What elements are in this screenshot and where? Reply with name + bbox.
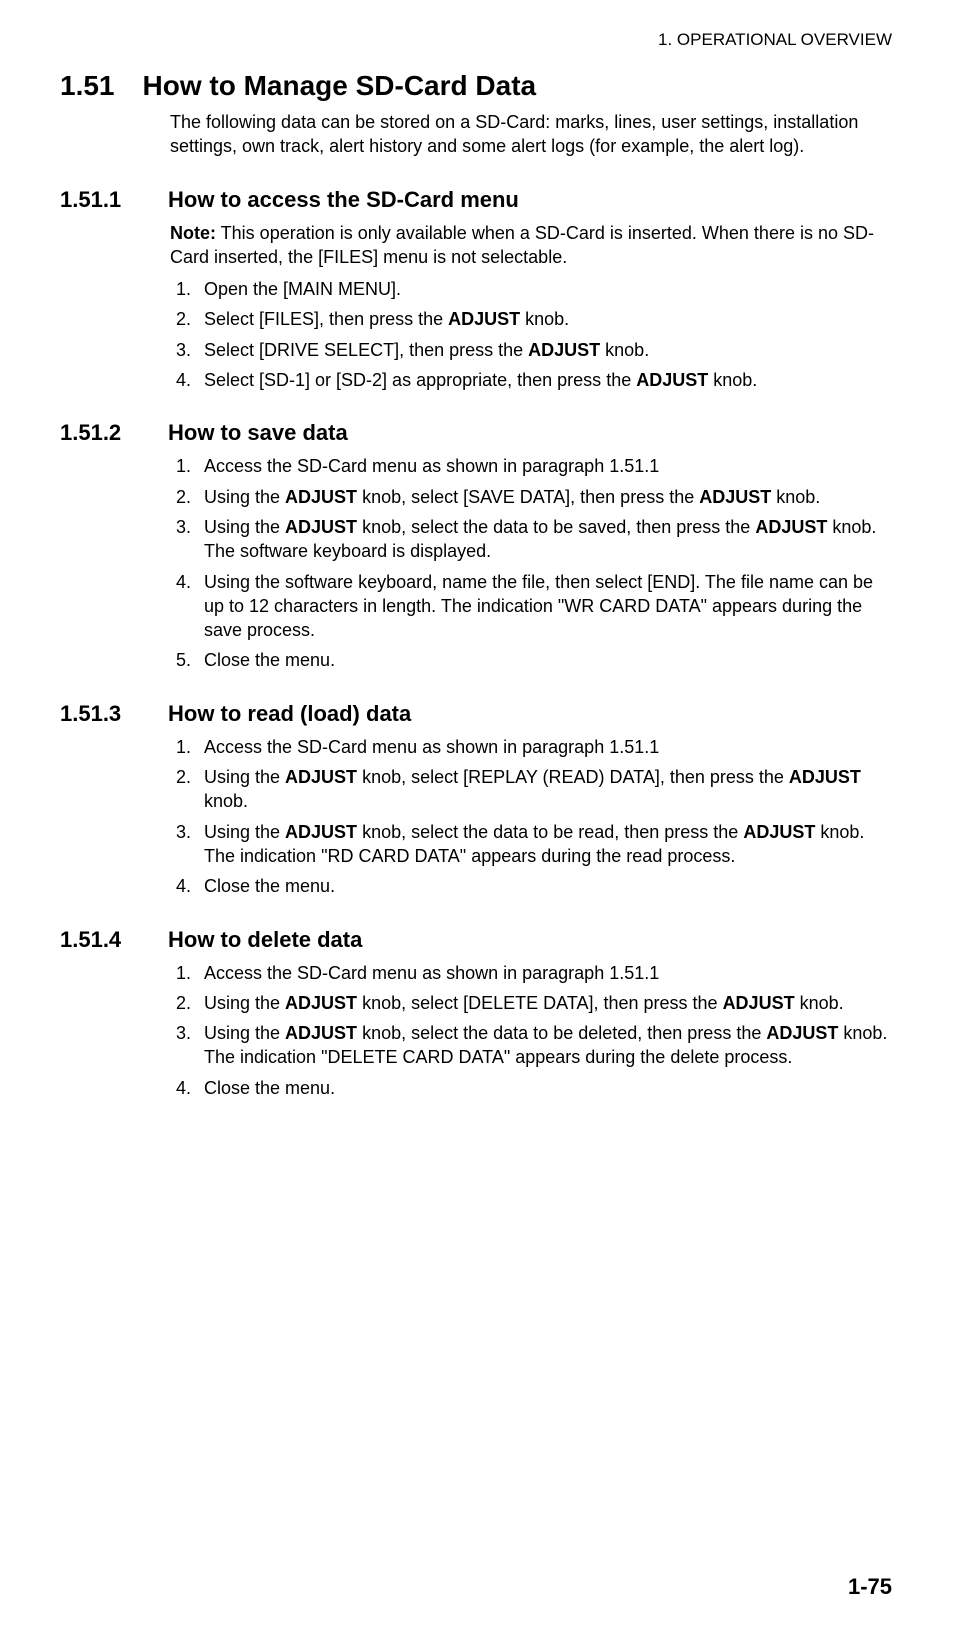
section-heading: 1.51 How to Manage SD-Card Data <box>60 70 892 102</box>
note-label: Note: <box>170 223 216 243</box>
note-body: This operation is only available when a … <box>170 223 874 267</box>
section-number: 1.51 <box>60 70 115 102</box>
step-item: Close the menu. <box>196 648 892 672</box>
steps-list: Access the SD-Card menu as shown in para… <box>170 735 892 899</box>
subsection-title: How to access the SD-Card menu <box>168 187 519 213</box>
step-item: Using the ADJUST knob, select the data t… <box>196 1021 892 1070</box>
steps-list: Access the SD-Card menu as shown in para… <box>170 454 892 672</box>
subsection-heading: 1.51.4 How to delete data <box>60 927 892 953</box>
step-item: Select [SD-1] or [SD-2] as appropriate, … <box>196 368 892 392</box>
subsection-title: How to read (load) data <box>168 701 411 727</box>
step-item: Using the ADJUST knob, select [DELETE DA… <box>196 991 892 1015</box>
section-intro: The following data can be stored on a SD… <box>170 110 892 159</box>
step-item: Close the menu. <box>196 1076 892 1100</box>
steps-list: Access the SD-Card menu as shown in para… <box>170 961 892 1100</box>
subsection-heading: 1.51.3 How to read (load) data <box>60 701 892 727</box>
step-item: Using the ADJUST knob, select [REPLAY (R… <box>196 765 892 814</box>
step-item: Open the [MAIN MENU]. <box>196 277 892 301</box>
subsection-number: 1.51.3 <box>60 701 140 727</box>
subsection-title: How to delete data <box>168 927 362 953</box>
subsection-number: 1.51.1 <box>60 187 140 213</box>
step-item: Select [FILES], then press the ADJUST kn… <box>196 307 892 331</box>
step-item: Close the menu. <box>196 874 892 898</box>
step-item: Access the SD-Card menu as shown in para… <box>196 735 892 759</box>
running-header: 1. OPERATIONAL OVERVIEW <box>60 30 892 50</box>
step-item: Using the ADJUST knob, select [SAVE DATA… <box>196 485 892 509</box>
subsection-heading: 1.51.1 How to access the SD-Card menu <box>60 187 892 213</box>
subsection-title: How to save data <box>168 420 348 446</box>
step-item: Using the ADJUST knob, select the data t… <box>196 820 892 869</box>
note-text: Note: This operation is only available w… <box>170 221 892 270</box>
step-item: Using the software keyboard, name the fi… <box>196 570 892 643</box>
section-title: How to Manage SD-Card Data <box>143 70 537 102</box>
step-item: Select [DRIVE SELECT], then press the AD… <box>196 338 892 362</box>
step-item: Access the SD-Card menu as shown in para… <box>196 961 892 985</box>
subsection-heading: 1.51.2 How to save data <box>60 420 892 446</box>
subsection-number: 1.51.2 <box>60 420 140 446</box>
subsection-number: 1.51.4 <box>60 927 140 953</box>
steps-list: Open the [MAIN MENU]. Select [FILES], th… <box>170 277 892 392</box>
step-item: Access the SD-Card menu as shown in para… <box>196 454 892 478</box>
page-number: 1-75 <box>848 1574 892 1600</box>
step-item: Using the ADJUST knob, select the data t… <box>196 515 892 564</box>
